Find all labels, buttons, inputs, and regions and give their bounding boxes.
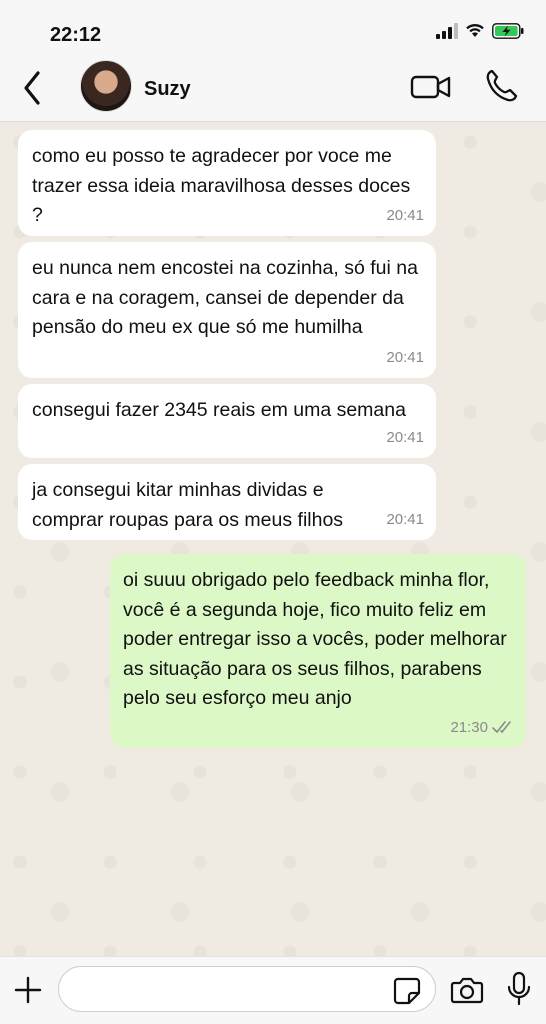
wifi-icon [466, 23, 484, 37]
time-label: 20:41 [386, 428, 424, 446]
sticker-icon[interactable] [392, 976, 422, 1006]
message-text: ja consegui kitar minhas dividas e compr… [32, 479, 344, 531]
message-bubble-outgoing[interactable]: oi suuu obrigado pelo feedback minha flo… [110, 554, 526, 748]
video-call-icon[interactable] [410, 72, 452, 102]
chat-header: Suzy [0, 56, 546, 122]
message-bubble-incoming[interactable]: eu nunca nem encostei na cozinha, só fui… [18, 242, 436, 378]
message-input[interactable] [58, 966, 436, 1012]
plus-icon[interactable] [12, 974, 44, 1006]
microphone-icon[interactable] [506, 971, 532, 1007]
message-time: 21:30 [450, 713, 514, 743]
chat-area[interactable]: como eu posso te agradecer por voce me t… [0, 122, 546, 956]
message-bubble-incoming[interactable]: consegui fazer 2345 reais em uma semana … [18, 384, 436, 458]
message-bubble-incoming[interactable]: ja consegui kitar minhas dividas e compr… [18, 464, 436, 540]
status-bar: 22:12 [0, 0, 546, 56]
back-icon[interactable] [18, 68, 48, 108]
message-time: 20:41 [386, 423, 424, 453]
message-text: como eu posso te agradecer por voce me t… [32, 145, 411, 226]
signal-icon [436, 23, 458, 39]
input-bar [0, 956, 546, 1024]
battery-charging-icon [492, 23, 524, 39]
message-text: eu nunca nem encostei na cozinha, só fui… [32, 257, 418, 338]
message-time: 20:41 [386, 201, 424, 231]
time-label: 20:41 [386, 510, 424, 528]
read-receipt-icon [492, 721, 511, 734]
contact-name[interactable]: Suzy [144, 78, 191, 101]
message-time: 20:41 [386, 343, 424, 373]
time-label: 20:41 [386, 206, 424, 224]
avatar[interactable] [80, 60, 132, 112]
status-time: 22:12 [50, 24, 102, 46]
time-label: 20:41 [386, 348, 424, 366]
message-text: oi suuu obrigado pelo feedback minha flo… [123, 569, 507, 709]
status-icons [436, 23, 524, 39]
message-text: consegui fazer 2345 reais em uma semana [32, 399, 406, 421]
phone-icon[interactable] [484, 68, 518, 104]
message-time: 20:41 [386, 505, 424, 535]
time-label: 21:30 [450, 718, 488, 736]
camera-icon[interactable] [450, 975, 484, 1005]
message-bubble-incoming[interactable]: como eu posso te agradecer por voce me t… [18, 130, 436, 236]
